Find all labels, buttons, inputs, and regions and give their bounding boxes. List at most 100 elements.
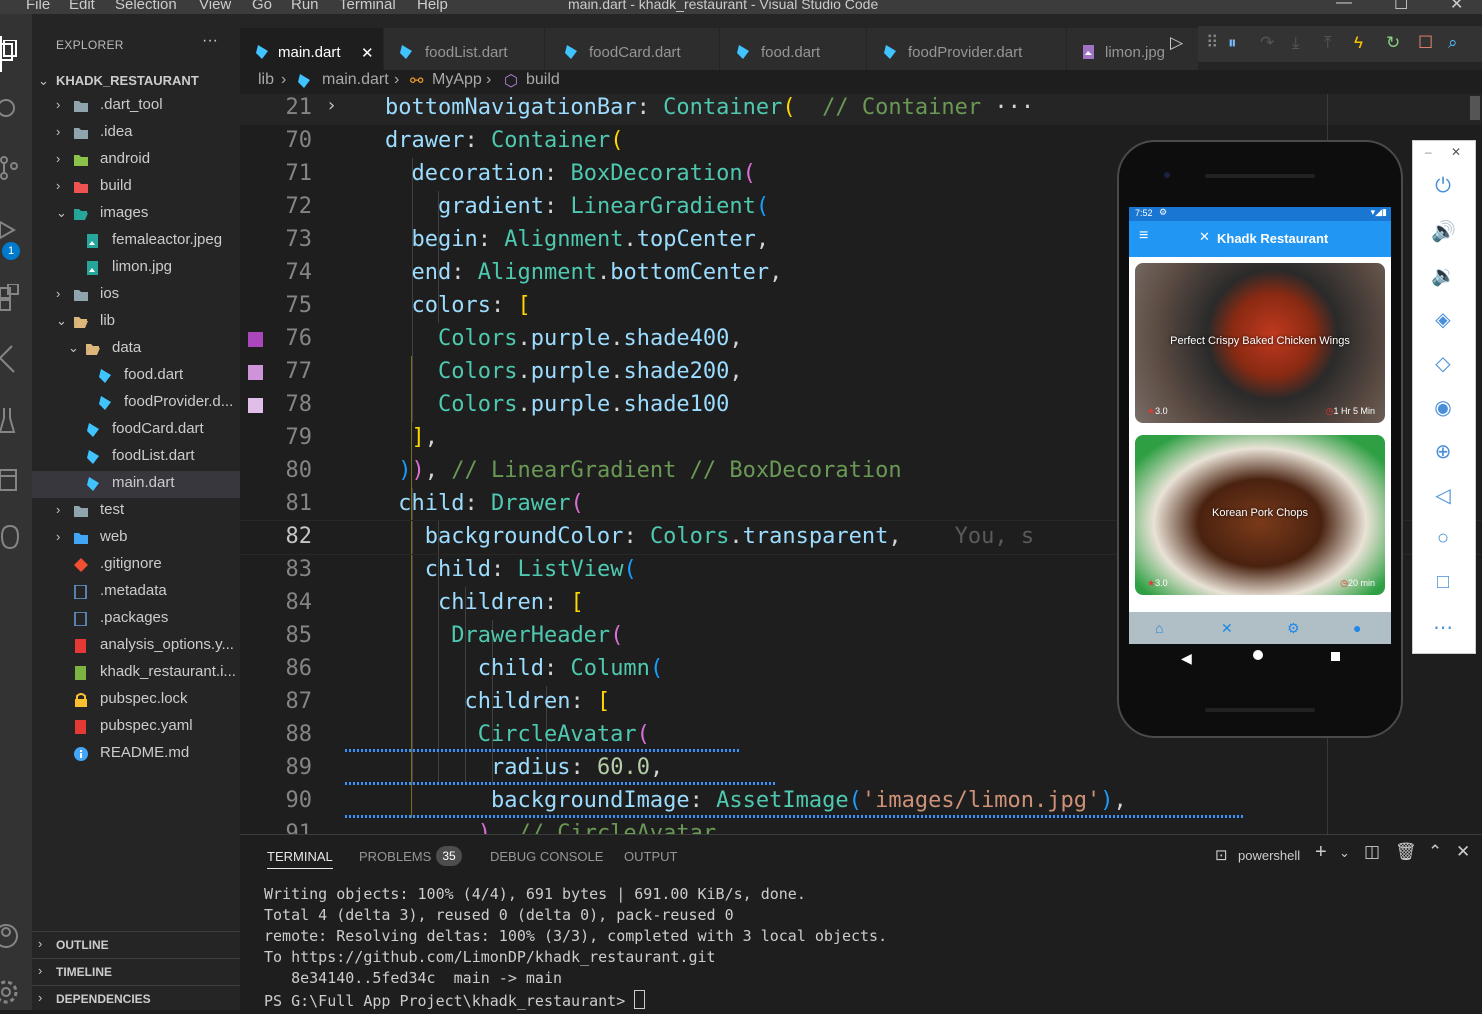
scrollbar-thumb[interactable] — [1470, 96, 1480, 120]
tree-file[interactable]: foodCard.dart — [32, 417, 240, 444]
camera-icon[interactable]: ◉ — [1431, 395, 1455, 419]
tree-folder[interactable]: › .idea — [32, 120, 240, 147]
tree-file[interactable]: .metadata — [32, 579, 240, 606]
split-terminal-icon[interactable]: ◫ — [1364, 842, 1380, 862]
tree-file[interactable]: pubspec.yaml — [32, 714, 240, 741]
home-control-icon[interactable]: ○ — [1431, 527, 1455, 551]
close-window-button[interactable]: ✕ — [1450, 0, 1463, 14]
breadcrumb-main-dart[interactable]: main.dart — [322, 71, 389, 89]
restaurant-nav-icon[interactable]: ✕ — [1221, 620, 1233, 637]
tree-folder[interactable]: ⌄ lib — [32, 309, 240, 336]
tab-foodcard-dart[interactable]: foodCard.dart — [545, 28, 720, 70]
python-icon[interactable] — [0, 522, 20, 550]
chevron-down-icon[interactable]: ⌄ — [1339, 845, 1350, 861]
code-line[interactable]: 21 › bottomNavigationBar: Container( // Co… — [240, 94, 1482, 125]
menu-view[interactable]: View — [199, 0, 231, 13]
menu-edit[interactable]: Edit — [69, 0, 95, 13]
tree-file[interactable]: .packages — [32, 606, 240, 633]
account-icon[interactable] — [0, 922, 20, 948]
shell-selector[interactable]: powershell — [1238, 848, 1300, 863]
close-panel-icon[interactable]: ✕ — [1456, 842, 1470, 862]
new-terminal-icon[interactable]: + — [1315, 841, 1327, 864]
tree-folder[interactable]: › test — [32, 498, 240, 525]
overview-control-icon[interactable]: □ — [1431, 571, 1455, 595]
person-icon[interactable]: ● — [1353, 620, 1361, 636]
code-line[interactable]: 91 ), // CircleAvatar — [240, 818, 1482, 834]
menu-file[interactable]: File — [26, 0, 50, 13]
tree-folder[interactable]: › .dart_tool — [32, 93, 240, 120]
hot-restart-icon[interactable]: ↻ — [1386, 33, 1400, 53]
minimize-emulator-icon[interactable]: – — [1425, 145, 1432, 159]
stop-icon[interactable]: ☐ — [1418, 33, 1433, 53]
remote-explorer-icon[interactable] — [0, 466, 20, 491]
tree-file[interactable]: khadk_restaurant.i... — [32, 660, 240, 687]
home-button-icon[interactable] — [1253, 650, 1263, 660]
timeline-section[interactable]: › TIMELINE — [32, 958, 240, 986]
maximize-panel-icon[interactable]: ⌃ — [1428, 842, 1442, 862]
back-control-icon[interactable]: ◁ — [1431, 483, 1455, 507]
tree-folder[interactable]: › android — [32, 147, 240, 174]
pause-icon[interactable]: ⏸ — [1228, 33, 1237, 53]
tree-folder[interactable]: › web — [32, 525, 240, 552]
tree-file[interactable]: pubspec.lock — [32, 687, 240, 714]
settings-nav-icon[interactable]: ⚙ — [1287, 620, 1300, 637]
breadcrumb-build[interactable]: build — [526, 71, 560, 89]
explorer-icon[interactable] — [0, 39, 20, 64]
tab-close-icon[interactable]: ✕ — [361, 44, 374, 62]
code-line[interactable]: 90 backgroundImage: AssetImage('images/l… — [240, 785, 1482, 818]
tree-folder[interactable]: ⌄ data — [32, 336, 240, 363]
outline-section[interactable]: › OUTLINE — [32, 931, 240, 959]
rotate-right-icon[interactable]: ◇ — [1431, 351, 1455, 375]
hot-reload-icon[interactable]: ϟ — [1354, 33, 1363, 53]
tab-output[interactable]: OUTPUT — [624, 849, 677, 864]
tree-file[interactable]: .gitignore — [32, 552, 240, 579]
menu-go[interactable]: Go — [252, 0, 272, 13]
tree-file[interactable]: README.md — [32, 741, 240, 768]
drag-handle-icon[interactable]: ⠿ — [1206, 33, 1218, 53]
back-icon[interactable]: ◀ — [1181, 650, 1192, 667]
terminal-prompt[interactable]: PS G:\Full App Project\khadk_restaurant> — [264, 990, 646, 1010]
tree-file[interactable]: analysis_options.y... — [32, 633, 240, 660]
tab-terminal[interactable]: TERMINAL — [267, 849, 333, 869]
explorer-more-button[interactable]: ··· — [202, 32, 218, 50]
rotate-left-icon[interactable]: ◈ — [1431, 307, 1455, 331]
source-control-icon[interactable] — [0, 154, 20, 180]
tree-file[interactable]: foodProvider.d... — [32, 390, 240, 417]
maximize-button[interactable]: ☐ — [1394, 0, 1408, 14]
tree-file[interactable]: food.dart — [32, 363, 240, 390]
project-folder-header[interactable]: ⌄ KHADK_RESTAURANT — [32, 70, 240, 92]
breadcrumb-myapp[interactable]: MyApp — [432, 71, 482, 89]
tab-food-dart[interactable]: food.dart — [720, 28, 867, 70]
menu-run[interactable]: Run — [291, 0, 319, 13]
tree-file[interactable]: main.dart — [32, 471, 240, 498]
volume-up-icon[interactable]: 🔊 — [1431, 219, 1456, 243]
tab-debug-console[interactable]: DEBUG CONSOLE — [490, 849, 603, 864]
run-split-icon[interactable]: ▷ — [1170, 33, 1183, 53]
devtools-icon[interactable]: ⌕ — [1448, 33, 1458, 53]
flutter-icon[interactable] — [0, 344, 20, 373]
menu-terminal[interactable]: Terminal — [339, 0, 396, 13]
step-into-icon[interactable]: ⤓ — [1292, 33, 1300, 53]
minimize-button[interactable]: — — [1336, 0, 1352, 12]
step-over-icon[interactable]: ↷ — [1260, 33, 1274, 53]
tree-file[interactable]: foodList.dart — [32, 444, 240, 471]
code-line[interactable]: 89 radius: 60.0, — [240, 752, 1482, 785]
trash-icon[interactable]: 🗑 — [1395, 842, 1417, 862]
tree-file[interactable]: limon.jpg — [32, 255, 240, 282]
tree-folder[interactable]: › build — [32, 174, 240, 201]
android-emulator[interactable]: 7:52 ⚙ ▾◢▮ ≡ ✕ Khadk Restaurant Perfect … — [1117, 140, 1403, 738]
tree-folder[interactable]: › ios — [32, 282, 240, 309]
step-out-icon[interactable]: ⤒ — [1324, 33, 1332, 53]
food-card[interactable]: Perfect Crispy Baked Chicken Wings ★3.0 … — [1135, 263, 1385, 423]
run-debug-icon[interactable] — [0, 218, 20, 242]
tab-main-dart[interactable]: main.dart ✕ — [240, 28, 384, 70]
extensions-icon[interactable] — [0, 283, 20, 311]
fold-chevron-icon[interactable]: › — [326, 95, 337, 116]
tab-foodlist-dart[interactable]: foodList.dart — [384, 28, 545, 70]
food-card[interactable]: Korean Pork Chops ★3.0 ◷20 min — [1135, 435, 1385, 595]
more-options-icon[interactable]: ⋯ — [1431, 615, 1455, 639]
tree-file[interactable]: femaleactor.jpeg — [32, 228, 240, 255]
tree-folder[interactable]: ⌄ images — [32, 201, 240, 228]
menu-help[interactable]: Help — [417, 0, 448, 13]
power-icon[interactable]: ⏻ — [1431, 175, 1455, 199]
